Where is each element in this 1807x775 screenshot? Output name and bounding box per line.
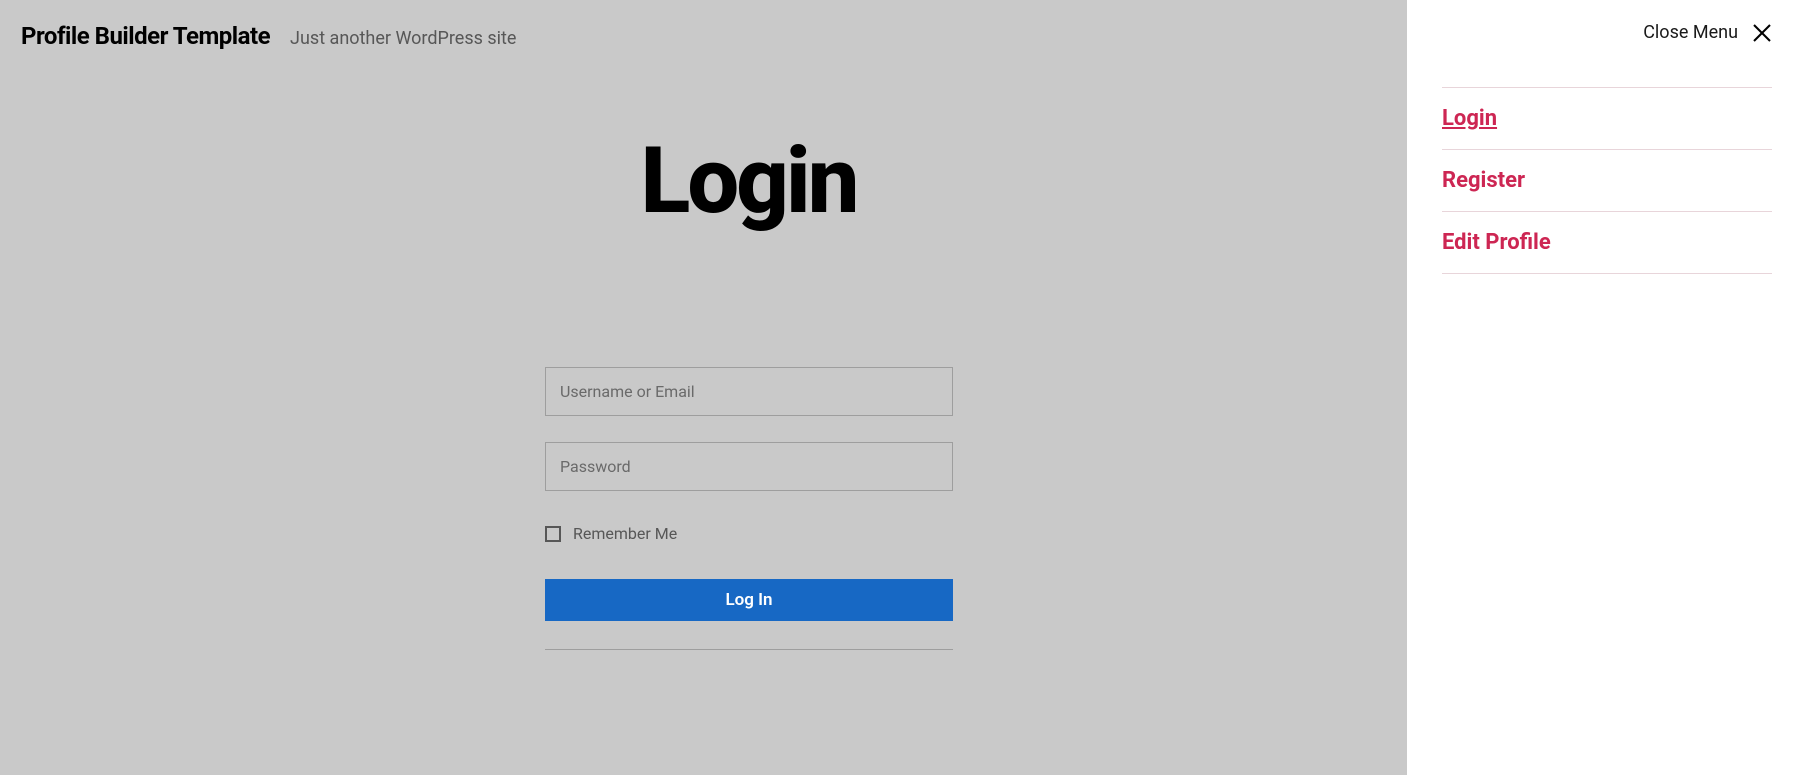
menu-item-register: Register (1442, 150, 1772, 212)
username-input[interactable] (545, 367, 953, 416)
menu-link-login[interactable]: Login (1442, 106, 1497, 131)
menu-link-edit-profile[interactable]: Edit Profile (1442, 230, 1551, 255)
menu-item-login: Login (1442, 88, 1772, 150)
site-tagline: Just another WordPress site (290, 28, 516, 49)
login-button[interactable]: Log In (545, 579, 953, 621)
remember-me-row: Remember Me (545, 524, 953, 543)
close-menu-label: Close Menu (1643, 22, 1738, 43)
form-divider (545, 649, 953, 650)
page-title: Login (0, 128, 1497, 235)
side-menu-panel: Close Menu Login Register Edit Profile (1407, 0, 1807, 775)
remember-me-label[interactable]: Remember Me (573, 524, 677, 543)
site-header: Profile Builder Template Just another Wo… (21, 22, 516, 50)
close-menu-button[interactable]: Close Menu (1442, 22, 1772, 43)
main-content: Profile Builder Template Just another Wo… (0, 0, 1149, 775)
menu-list: Login Register Edit Profile (1442, 87, 1772, 274)
close-icon (1752, 23, 1772, 43)
password-input[interactable] (545, 442, 953, 491)
remember-me-checkbox[interactable] (545, 526, 561, 542)
menu-link-register[interactable]: Register (1442, 168, 1525, 193)
site-title[interactable]: Profile Builder Template (21, 22, 270, 50)
login-form: Remember Me Log In (545, 367, 953, 650)
menu-item-edit-profile: Edit Profile (1442, 212, 1772, 274)
